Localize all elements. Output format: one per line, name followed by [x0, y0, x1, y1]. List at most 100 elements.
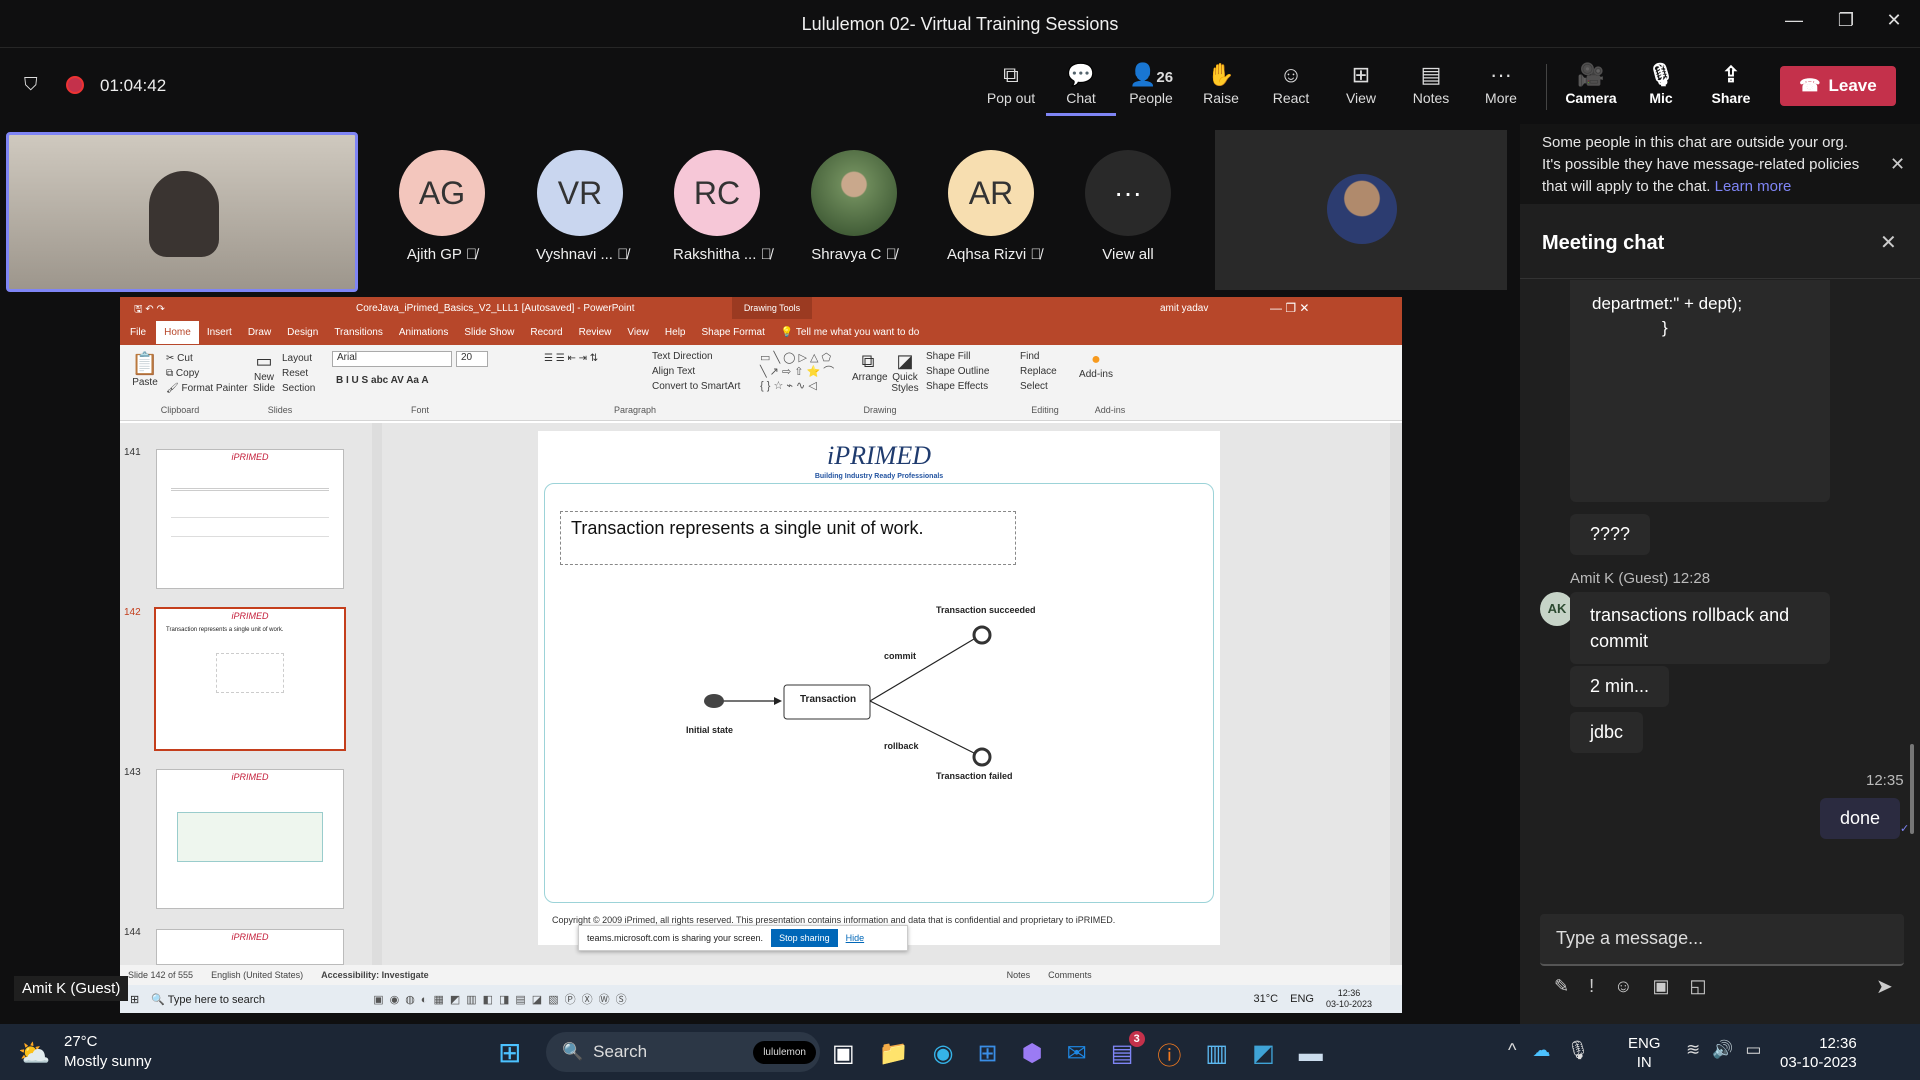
font-name-select[interactable]: Arial: [332, 351, 452, 367]
onedrive-icon[interactable]: ☁: [1532, 1040, 1550, 1061]
save-icon[interactable]: 🖫 ↶ ↷: [134, 302, 165, 319]
inner-taskbar-apps[interactable]: ▣◉◍◐▦◩▥◧◨▤◪▧ⓅⓍⓌⓈ: [373, 991, 632, 1007]
app-icon[interactable]: ◩: [1252, 1039, 1275, 1068]
find-button[interactable]: Find: [1020, 349, 1057, 364]
mic-button[interactable]: 🎙 Mic: [1626, 60, 1696, 116]
teams-icon[interactable]: ▤ 3: [1111, 1031, 1145, 1068]
notepad-icon[interactable]: ▥: [1205, 1039, 1228, 1068]
text-direction-button[interactable]: Text Direction: [652, 349, 740, 364]
reset-button[interactable]: Reset: [282, 366, 315, 381]
more-button[interactable]: ··· More: [1466, 60, 1536, 116]
weather-icon[interactable]: ⛅: [18, 1038, 50, 1069]
ppt-window-controls[interactable]: — ❐ ✕: [1270, 301, 1309, 315]
emoji-icon[interactable]: ☺: [1614, 976, 1632, 997]
tab-home[interactable]: Home: [156, 320, 199, 344]
chat-button[interactable]: 💬 Chat: [1046, 60, 1116, 116]
cut-button[interactable]: ✂ Cut: [166, 351, 248, 366]
store-icon[interactable]: ⊞: [978, 1039, 998, 1068]
tab-record[interactable]: Record: [522, 327, 570, 338]
participant-tile[interactable]: AR Aqhsa Rizvi 🎙̸: [947, 150, 1042, 263]
raise-hand-button[interactable]: ✋ Raise: [1186, 60, 1256, 116]
outlook-icon[interactable]: ✉: [1067, 1039, 1087, 1068]
paragraph-buttons[interactable]: ☰ ☰ ⇤ ⇥ ⇅: [544, 351, 598, 366]
weather-widget[interactable]: 27°C Mostly sunny: [64, 1032, 152, 1072]
close-icon[interactable]: ✕: [1874, 10, 1914, 38]
tab-file[interactable]: File: [120, 327, 156, 338]
participant-tile[interactable]: Shravya C 🎙̸: [810, 150, 898, 263]
comments-toggle[interactable]: Comments: [1048, 970, 1092, 980]
section-button[interactable]: Section: [282, 381, 315, 396]
tab-shape-format[interactable]: Shape Format: [693, 327, 772, 338]
taskbar-search[interactable]: 🔍 Search lululemon: [546, 1032, 820, 1072]
input-language[interactable]: ENG IN: [1628, 1034, 1661, 1072]
layout-button[interactable]: Layout: [282, 351, 315, 366]
copilot-icon[interactable]: ⬢: [1022, 1039, 1043, 1068]
react-button[interactable]: ☺ React: [1256, 60, 1326, 116]
inner-search-box[interactable]: 🔍 Type here to search: [151, 993, 361, 1006]
windows-start-icon[interactable]: ⊞: [130, 993, 139, 1006]
tab-slideshow[interactable]: Slide Show: [456, 327, 522, 338]
file-explorer-icon[interactable]: 📁: [879, 1039, 909, 1068]
shapes-gallery[interactable]: ▭ ╲ ◯ ▷ △ ⬠ ╲ ↗ ⇨ ⇧ ⭐ ⌒{ } ☆ ⌁ ∿ ◁: [760, 351, 848, 395]
paste-button[interactable]: 📋 Paste: [130, 351, 160, 388]
slide-thumbnail-selected[interactable]: iPRIMED Transaction represents a single u…: [154, 607, 346, 751]
select-button[interactable]: Select: [1020, 379, 1057, 394]
arrange-button[interactable]: ⧉ Arrange: [852, 351, 888, 383]
slide-canvas[interactable]: iPRIMED Building Industry Ready Professi…: [538, 431, 1220, 945]
close-notice-icon[interactable]: ✕: [1890, 154, 1905, 175]
status-icons[interactable]: ≋ 🔊 ▭: [1686, 1040, 1761, 1060]
font-format-buttons[interactable]: B I U S abc AV Aa A: [336, 375, 429, 386]
format-icon[interactable]: ✎: [1554, 976, 1569, 997]
view-button[interactable]: ⊞ View: [1326, 60, 1396, 116]
replace-button[interactable]: Replace: [1020, 364, 1057, 379]
send-icon[interactable]: ➤: [1876, 974, 1893, 999]
shape-effects-button[interactable]: Shape Effects: [926, 379, 989, 394]
sticker-icon[interactable]: ◱: [1690, 976, 1707, 997]
format-painter-button[interactable]: 🖌 Format Painter: [166, 381, 248, 396]
chevron-up-icon[interactable]: ^: [1508, 1040, 1516, 1061]
chat-scrollbar[interactable]: [1910, 744, 1914, 834]
quick-styles-button[interactable]: ◪ Quick Styles: [888, 351, 922, 394]
share-button[interactable]: ⇪ Share: [1696, 60, 1766, 116]
notes-button[interactable]: ▤ Notes: [1396, 60, 1466, 116]
shape-fill-button[interactable]: Shape Fill: [926, 349, 989, 364]
accessibility-status[interactable]: Accessibility: Investigate: [321, 970, 429, 980]
people-button[interactable]: 👤26 People: [1116, 60, 1186, 116]
shape-outline-button[interactable]: Shape Outline: [926, 364, 989, 379]
windows-start-icon[interactable]: ⊞: [498, 1036, 521, 1069]
convert-smartart-button[interactable]: Convert to SmartArt: [652, 379, 740, 394]
participant-tile[interactable]: RC Rakshitha ... 🎙̸: [673, 150, 772, 263]
important-icon[interactable]: !: [1589, 976, 1594, 997]
taskbar-clock[interactable]: 12:36 03-10-2023: [1780, 1034, 1857, 1072]
font-size-select[interactable]: 20: [456, 351, 488, 367]
participant-tile[interactable]: VR Vyshnavi ... 🎙̸: [536, 150, 628, 263]
tab-design[interactable]: Design: [279, 327, 326, 338]
task-view-icon[interactable]: ▣: [832, 1039, 855, 1068]
camera-button[interactable]: 🎥 Camera: [1556, 60, 1626, 116]
tab-insert[interactable]: Insert: [199, 327, 240, 338]
leave-button[interactable]: ☎ Leave: [1780, 66, 1896, 106]
slide-thumbnail[interactable]: iPRIMED: [156, 929, 344, 965]
align-text-button[interactable]: Align Text: [652, 364, 740, 379]
learn-more-link[interactable]: Learn more: [1715, 178, 1792, 195]
slide-scrollbar[interactable]: [1390, 423, 1402, 965]
app-icon[interactable]: ⓘ: [1157, 1036, 1181, 1071]
view-all-button[interactable]: ··· View all: [1084, 150, 1172, 263]
tell-me-box[interactable]: 💡 Tell me what you want to do: [773, 327, 927, 338]
thumb-scrollbar[interactable]: [372, 423, 382, 965]
close-chat-icon[interactable]: ✕: [1880, 230, 1897, 255]
participant-tile[interactable]: AG Ajith GP 🎙̸: [398, 150, 486, 263]
new-slide-button[interactable]: ▭ New Slide: [250, 351, 278, 394]
slide-thumbnail[interactable]: iPRIMED: [156, 769, 344, 909]
addins-button[interactable]: ● Add-ins: [1076, 351, 1116, 380]
tab-help[interactable]: Help: [657, 327, 694, 338]
tab-transitions[interactable]: Transitions: [326, 327, 391, 338]
mic-off-icon[interactable]: 🎙: [1566, 1040, 1589, 1061]
tab-draw[interactable]: Draw: [240, 327, 279, 338]
popout-button[interactable]: ⧉ Pop out: [976, 60, 1046, 116]
notes-toggle[interactable]: Notes: [1007, 970, 1031, 980]
tab-review[interactable]: Review: [571, 327, 620, 338]
chat-message-input[interactable]: Type a message...: [1540, 914, 1904, 966]
copy-button[interactable]: ⧉ Copy: [166, 366, 248, 381]
vscode-icon[interactable]: ▬: [1299, 1040, 1323, 1068]
